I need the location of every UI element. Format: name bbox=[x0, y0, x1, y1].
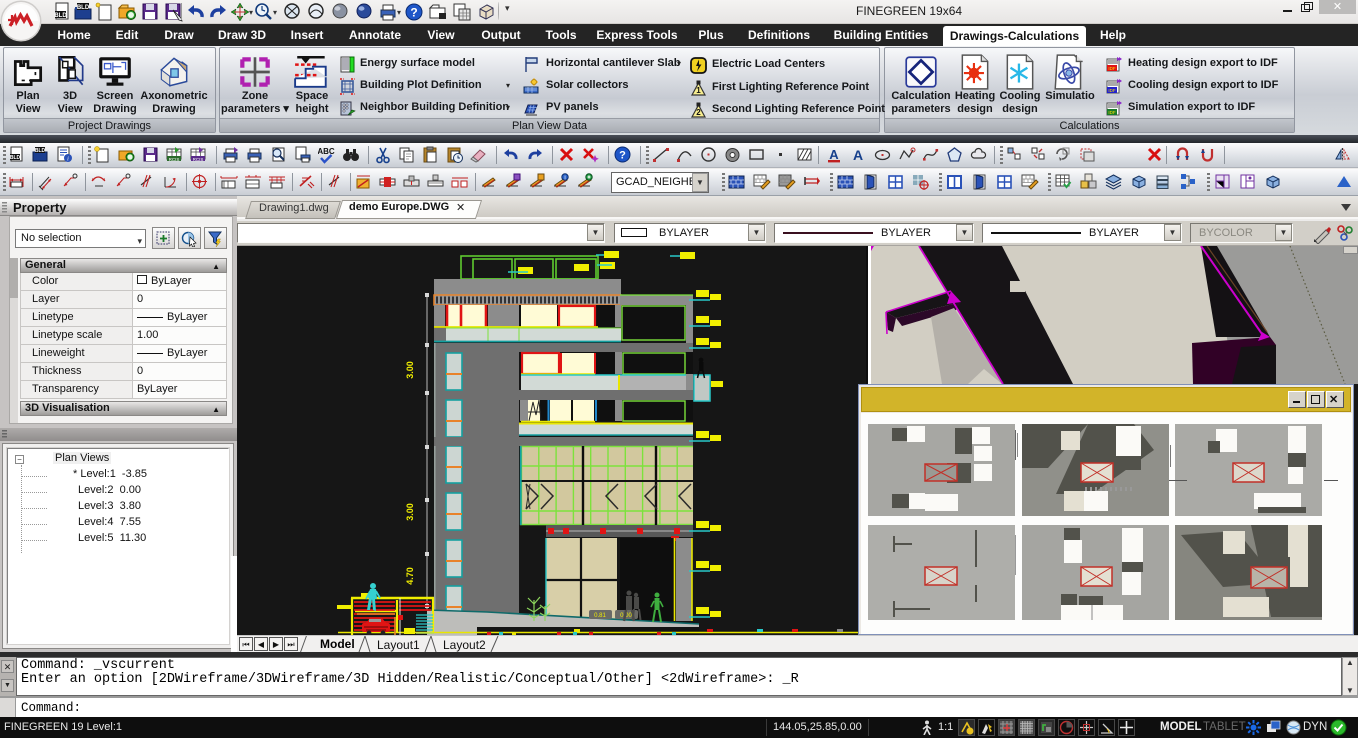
svg-text:A: A bbox=[853, 147, 863, 163]
svg-text:A: A bbox=[829, 147, 839, 162]
svg-text:3.00: 3.00 bbox=[405, 361, 415, 379]
svg-text:BLD: BLD bbox=[54, 13, 67, 19]
svg-text:?: ? bbox=[619, 150, 626, 162]
svg-text:i: i bbox=[564, 176, 565, 182]
svg-text:2: 2 bbox=[696, 108, 701, 117]
svg-text:IDF: IDF bbox=[1108, 66, 1116, 71]
svg-text:3.00: 3.00 bbox=[405, 503, 415, 521]
svg-text:?: ? bbox=[410, 6, 417, 20]
svg-text:BLD: BLD bbox=[10, 155, 21, 161]
svg-text:BLD: BLD bbox=[35, 148, 46, 154]
svg-text:RCIS: RCIS bbox=[193, 157, 204, 162]
svg-text:0.81: 0.81 bbox=[594, 613, 606, 619]
svg-text:RCIS: RCIS bbox=[169, 157, 180, 162]
svg-text:IDF: IDF bbox=[1108, 88, 1116, 93]
svg-text:ABC: ABC bbox=[318, 147, 335, 156]
svg-text:4.70: 4.70 bbox=[405, 567, 415, 585]
svg-text:1: 1 bbox=[696, 86, 701, 95]
svg-text:BLD: BLD bbox=[77, 5, 90, 11]
svg-text:IDF: IDF bbox=[1108, 110, 1116, 115]
